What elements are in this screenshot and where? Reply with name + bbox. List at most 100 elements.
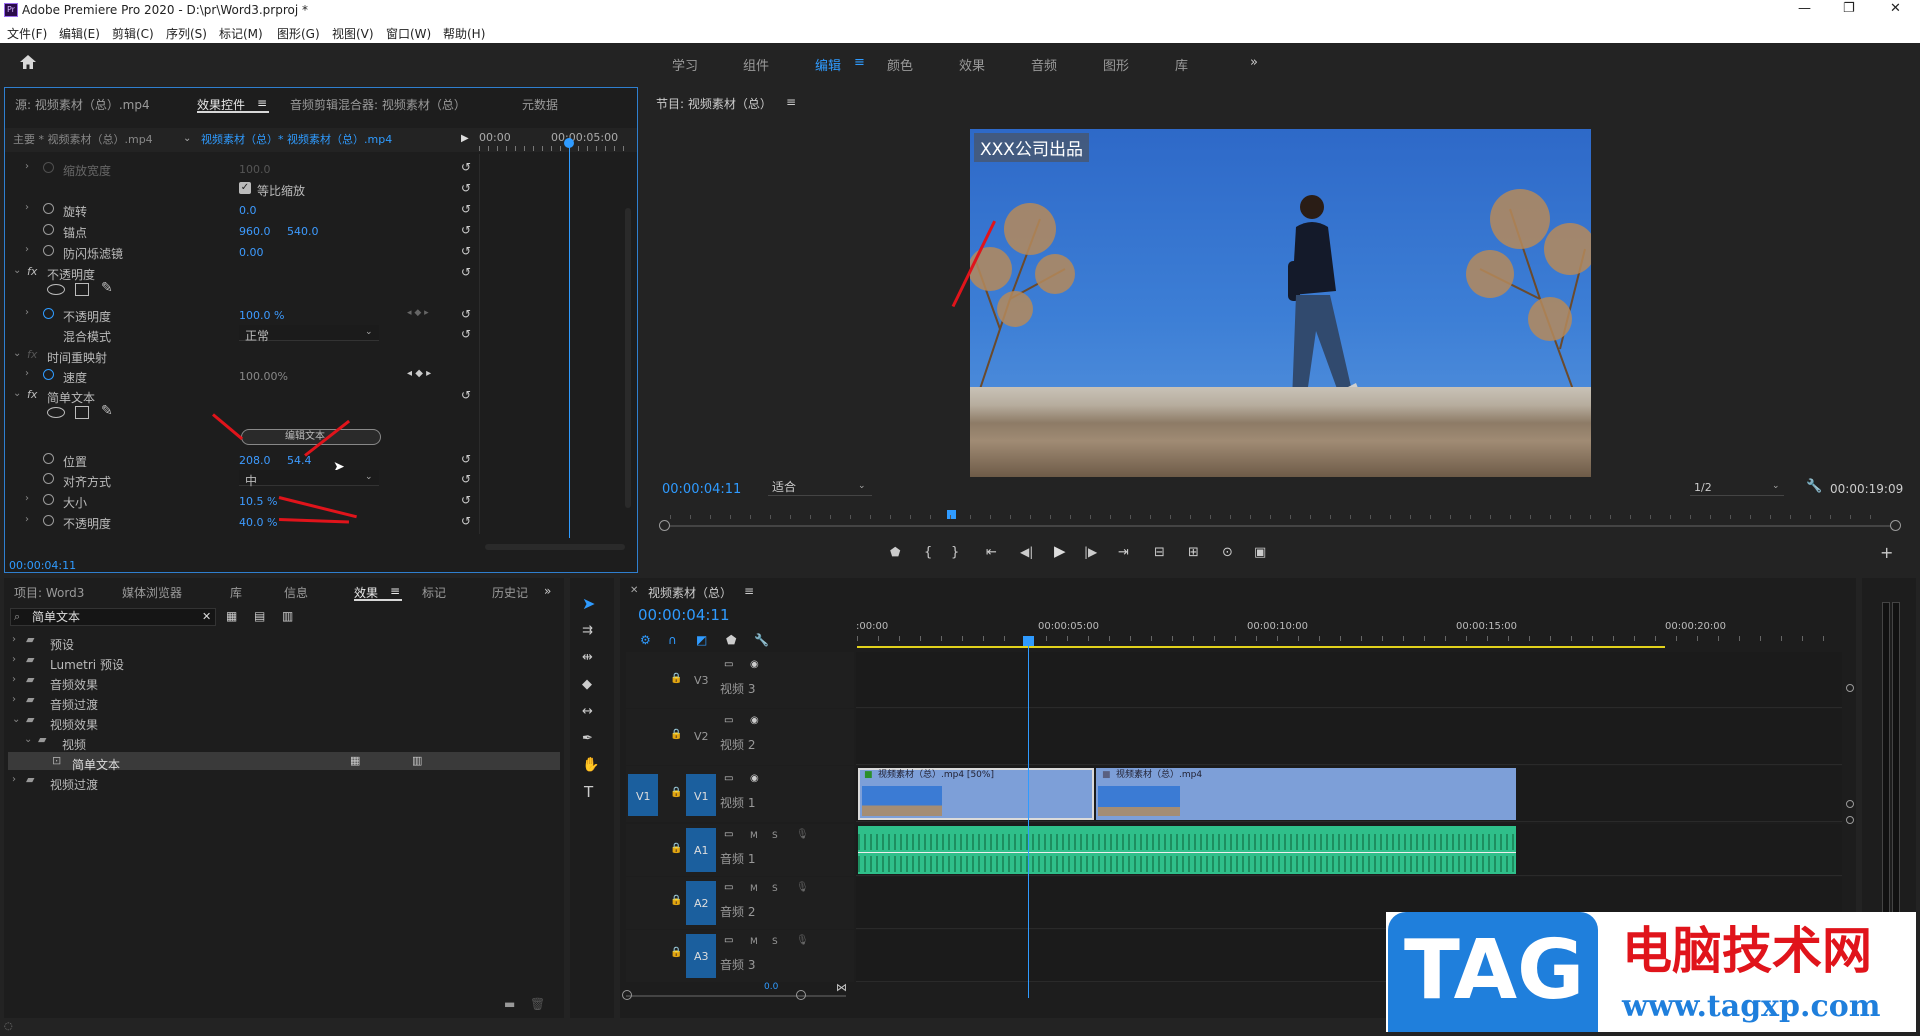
clear-search-icon[interactable]: ✕ <box>202 611 211 622</box>
expand-chevron[interactable]: › <box>25 161 29 172</box>
expand-chevron[interactable]: › <box>25 202 29 213</box>
mic-icon[interactable]: 🎙 <box>796 936 809 946</box>
track-id-v3[interactable]: V3 <box>694 674 709 687</box>
solo-button[interactable]: S <box>772 831 778 841</box>
track-select-tool-icon[interactable]: ⇉ <box>582 624 593 637</box>
scale-width-value[interactable]: 100.0 <box>239 163 271 176</box>
linked-selection-icon[interactable]: ∩ <box>668 634 677 646</box>
close-button[interactable]: ✕ <box>1890 2 1901 15</box>
reset-icon[interactable]: ↺ <box>461 308 471 320</box>
reset-icon[interactable]: ↺ <box>461 266 471 278</box>
workspace-assembly[interactable]: 组件 <box>743 55 769 74</box>
fx-icon[interactable]: fx <box>27 389 37 400</box>
lock-icon[interactable]: 🔒 <box>670 948 682 958</box>
chevron-down-icon[interactable]: ⌄ <box>183 134 191 144</box>
anchor-y-value[interactable]: 540.0 <box>287 225 319 238</box>
toggle-sync-icon[interactable]: ▭ <box>724 660 733 670</box>
razor-tool-icon[interactable]: ◆ <box>582 678 592 691</box>
timeline-timecode[interactable]: 00:00:04:11 <box>638 608 730 623</box>
eye-icon[interactable]: ◉ <box>750 660 759 670</box>
panel-menu-icon[interactable]: ≡ <box>786 95 796 109</box>
eye-icon[interactable]: ◉ <box>750 774 759 784</box>
size-value[interactable]: 10.5 % <box>239 495 277 508</box>
track-id-v2[interactable]: V2 <box>694 730 709 743</box>
mute-button[interactable]: M <box>750 937 758 947</box>
keyframe-nav-icon[interactable]: ◂ ◆ ▸ <box>407 369 431 379</box>
tree-item-presets[interactable]: 预设 <box>50 636 74 653</box>
tree-item-video[interactable]: 视频 <box>62 736 86 753</box>
menu-view[interactable]: 视图(V) <box>332 25 374 42</box>
timeline-h-scroll-left[interactable] <box>622 990 632 1000</box>
menu-help[interactable]: 帮助(H) <box>443 25 485 42</box>
new-bin-icon[interactable]: ▬ <box>504 998 515 1010</box>
mute-button[interactable]: M <box>750 884 758 894</box>
collapse-chevron[interactable]: ⌄ <box>24 734 32 745</box>
reset-icon[interactable]: ↺ <box>461 182 471 194</box>
panel-menu-icon[interactable]: ≡ <box>744 584 754 598</box>
restore-button[interactable]: ❐ <box>1843 2 1855 15</box>
stopwatch-icon[interactable] <box>43 369 54 380</box>
stopwatch-icon[interactable] <box>43 453 54 464</box>
fx-icon[interactable]: fx <box>27 266 37 277</box>
mic-icon[interactable]: 🎙 <box>796 830 809 840</box>
type-tool-icon[interactable]: T <box>584 785 593 800</box>
tab-audio-mixer[interactable]: 音频剪辑混合器: 视频素材（总） <box>290 96 466 113</box>
add-marker-timeline-icon[interactable]: ◩ <box>696 634 707 646</box>
pen-tool-icon[interactable]: ✒ <box>582 732 593 745</box>
menu-sequence[interactable]: 序列(S) <box>166 25 207 42</box>
expand-chevron[interactable]: › <box>12 694 16 705</box>
expand-chevron[interactable]: › <box>12 674 16 685</box>
text-opacity-value[interactable]: 40.0 % <box>239 516 277 529</box>
stopwatch-icon[interactable] <box>43 203 54 214</box>
chevron-down-icon[interactable]: ⌄ <box>365 328 373 337</box>
scrubber-right-handle[interactable] <box>1890 520 1901 531</box>
go-to-in-icon[interactable]: ⇤ <box>986 546 997 559</box>
lift-icon[interactable]: ⊟ <box>1154 546 1165 559</box>
lock-icon[interactable]: 🔒 <box>670 674 682 684</box>
home-icon[interactable] <box>19 54 37 70</box>
tree-item-lumetri[interactable]: Lumetri 预设 <box>50 656 124 673</box>
collapse-chevron[interactable]: ⌄ <box>12 714 20 725</box>
ripple-edit-tool-icon[interactable]: ⇹ <box>582 651 593 664</box>
timeline-h-scroll-right[interactable] <box>796 990 806 1000</box>
menu-marker[interactable]: 标记(M) <box>219 25 263 42</box>
program-timecode[interactable]: 00:00:04:11 <box>662 483 741 496</box>
anchor-x-value[interactable]: 960.0 <box>239 225 271 238</box>
play-only-icon[interactable]: ▶ <box>461 134 469 144</box>
clip-label[interactable]: 视频素材（总）* 视频素材（总）.mp4 <box>201 134 392 145</box>
expand-chevron[interactable]: › <box>25 514 29 525</box>
workspace-learn[interactable]: 学习 <box>672 55 698 74</box>
ec-scrollbar[interactable] <box>625 208 631 508</box>
tab-metadata[interactable]: 元数据 <box>522 96 558 113</box>
tree-item-video-effects[interactable]: 视频效果 <box>50 716 98 733</box>
mic-icon[interactable]: 🎙 <box>796 883 809 893</box>
zoom-fit-icon[interactable]: ⋈ <box>836 982 847 993</box>
chevron-down-icon[interactable]: ⌄ <box>858 482 866 491</box>
reset-icon[interactable]: ↺ <box>461 245 471 257</box>
tab-markers[interactable]: 标记 <box>422 584 446 601</box>
toggle-sync-icon[interactable]: ▭ <box>724 716 733 726</box>
reset-icon[interactable]: ↺ <box>461 453 471 465</box>
selection-tool-icon[interactable]: ➤ <box>582 596 595 612</box>
timeline-settings-icon[interactable]: 🔧 <box>754 634 769 646</box>
expand-chevron[interactable]: › <box>25 307 29 318</box>
reset-icon[interactable]: ↺ <box>461 328 471 340</box>
tab-history[interactable]: 历史记 <box>492 584 528 601</box>
video-frame[interactable]: XXX公司出品 <box>970 129 1591 477</box>
alignment-dropdown[interactable] <box>239 470 379 486</box>
snap-icon[interactable]: ⚙ <box>640 634 651 646</box>
workspace-audio[interactable]: 音频 <box>1031 55 1057 74</box>
timeline-title[interactable]: 视频素材（总） <box>648 584 732 601</box>
mute-button[interactable]: M <box>750 831 758 841</box>
stopwatch-icon[interactable] <box>43 473 54 484</box>
eye-icon[interactable]: ◉ <box>750 716 759 726</box>
go-to-out-icon[interactable]: ⇥ <box>1118 546 1129 559</box>
chevron-down-icon[interactable]: ⌄ <box>365 473 373 482</box>
ec-playhead[interactable] <box>569 138 570 538</box>
tree-item-video-transitions[interactable]: 视频过渡 <box>50 776 98 793</box>
program-monitor-title[interactable]: 节目: 视频素材（总） <box>656 95 772 112</box>
menu-window[interactable]: 窗口(W) <box>386 25 431 42</box>
step-forward-icon[interactable]: |▶ <box>1084 546 1097 558</box>
more-workspaces-button[interactable]: » <box>1250 55 1258 70</box>
expand-chevron[interactable]: › <box>25 493 29 504</box>
